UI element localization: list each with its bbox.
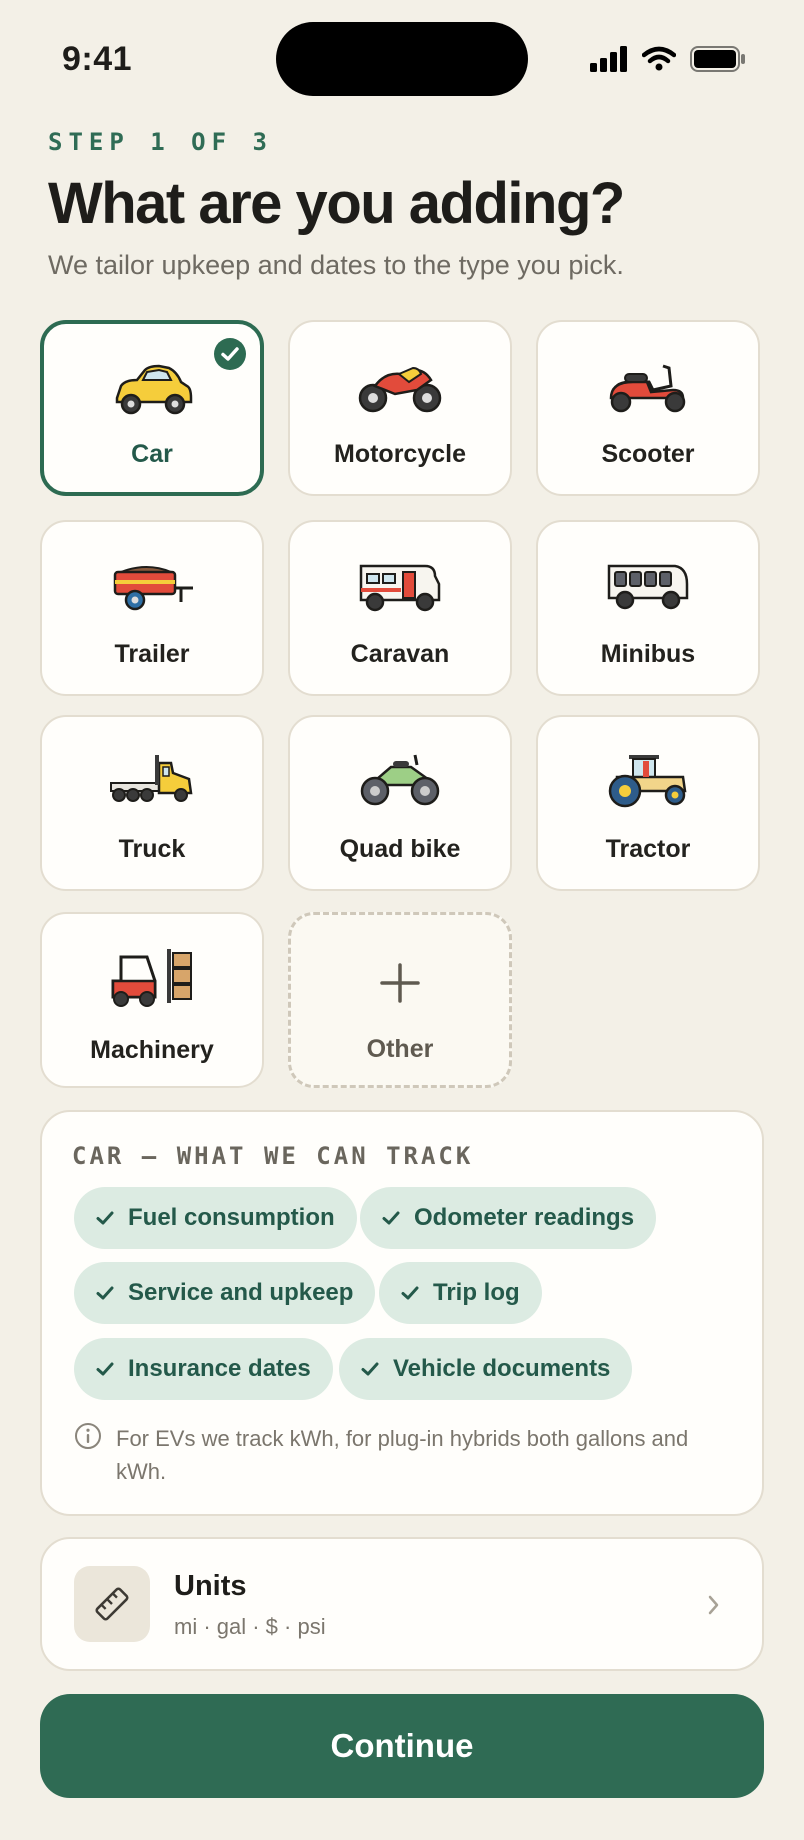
- scooter-icon: [609, 364, 686, 413]
- vehicle-tile-caravan[interactable]: Caravan: [288, 520, 512, 696]
- continue-button[interactable]: Continue: [40, 1694, 764, 1798]
- track-chip: Service and upkeep: [74, 1262, 376, 1324]
- vehicle-tile-label: Other: [366, 1035, 434, 1063]
- check-icon: [96, 1286, 114, 1300]
- track-chip: Odometer readings: [360, 1187, 657, 1249]
- check-icon: [361, 1362, 379, 1376]
- vehicle-tile-label: Tractor: [605, 835, 691, 863]
- vehicle-tile-label: Quad bike: [339, 835, 461, 863]
- track-chip: Fuel consumption: [74, 1187, 357, 1249]
- forklift-icon: [111, 949, 192, 1007]
- vehicle-tile-scooter[interactable]: Scooter: [536, 320, 760, 496]
- vehicle-tile-label: Trailer: [114, 640, 190, 668]
- track-chip-label: Trip log: [433, 1279, 520, 1306]
- vehicle-tile-truck[interactable]: Truck: [40, 715, 264, 891]
- status-icons: [590, 46, 746, 72]
- car-icon: [115, 364, 193, 415]
- vehicle-tile-label: Car: [131, 440, 173, 468]
- vehicle-tile-label: Caravan: [350, 640, 450, 668]
- ruler-icon: [95, 1587, 129, 1621]
- check-icon: [96, 1362, 114, 1376]
- dynamic-island: [276, 22, 528, 96]
- vehicle-tile-motorcycle[interactable]: Motorcycle: [288, 320, 512, 496]
- vehicle-tile-car[interactable]: Car: [40, 320, 264, 496]
- page-subtitle: We tailor upkeep and dates to the type y…: [48, 250, 624, 280]
- trailer-icon: [113, 566, 193, 611]
- units-summary: mi · gal · $ · psi: [174, 1614, 326, 1639]
- vehicle-tile-label: Machinery: [90, 1036, 214, 1064]
- chevron-right-icon: [708, 1595, 719, 1615]
- track-chip-label: Fuel consumption: [128, 1204, 335, 1231]
- signal-icon: [590, 46, 627, 72]
- caravan-icon: [359, 564, 441, 612]
- vehicle-tile-label: Motorcycle: [334, 440, 466, 468]
- truck-icon: [110, 755, 193, 802]
- track-note: For EVs we track kWh, for plug-in hybrid…: [116, 1426, 689, 1484]
- check-icon: [96, 1211, 114, 1225]
- wifi-icon: [642, 46, 676, 71]
- motorcycle-icon: [358, 366, 442, 413]
- track-chip: Vehicle documents: [339, 1338, 633, 1400]
- vehicle-tile-trailer[interactable]: Trailer: [40, 520, 264, 696]
- selected-check-icon: [214, 338, 246, 370]
- vehicle-tile-quad-bike[interactable]: Quad bike: [288, 715, 512, 891]
- units-badge: [74, 1566, 150, 1642]
- check-icon: [382, 1211, 400, 1225]
- track-chip: Trip log: [379, 1262, 542, 1324]
- page-title: What are you adding?: [48, 171, 625, 236]
- track-chip-label: Odometer readings: [414, 1204, 635, 1231]
- units-title: Units: [174, 1570, 247, 1602]
- track-chip-label: Insurance dates: [128, 1355, 311, 1382]
- vehicle-tile-label: Truck: [118, 835, 186, 863]
- quad-bike-icon: [360, 754, 440, 806]
- track-heading: CAR — WHAT WE CAN TRACK: [72, 1142, 474, 1170]
- vehicle-tile-machinery[interactable]: Machinery: [40, 912, 264, 1088]
- track-chip-label: Vehicle documents: [393, 1355, 611, 1382]
- check-icon: [401, 1286, 419, 1300]
- step-indicator: STEP 1 OF 3: [48, 128, 273, 156]
- plus-icon: [380, 963, 420, 1003]
- track-chip: Insurance dates: [74, 1338, 333, 1400]
- minibus-icon: [607, 564, 689, 610]
- vehicle-tile-tractor[interactable]: Tractor: [536, 715, 760, 891]
- info-icon: [75, 1423, 101, 1449]
- vehicle-tile-label: Minibus: [600, 640, 696, 668]
- vehicle-tile-other[interactable]: Other: [288, 912, 512, 1088]
- vehicle-tile-label: Scooter: [601, 440, 695, 468]
- tractor-icon: [608, 755, 687, 808]
- track-chip-label: Service and upkeep: [128, 1279, 354, 1306]
- vehicle-tile-minibus[interactable]: Minibus: [536, 520, 760, 696]
- battery-icon: [690, 46, 745, 72]
- status-time: 9:41: [62, 40, 133, 78]
